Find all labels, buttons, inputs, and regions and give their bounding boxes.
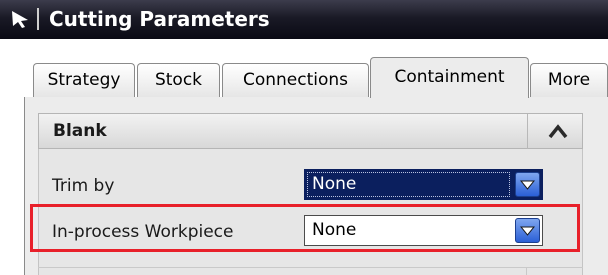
dialog-title-bar: Cutting Parameters — [0, 0, 608, 39]
title-separator — [37, 8, 39, 30]
section-title: Blank — [53, 121, 107, 141]
section-divider — [527, 114, 528, 149]
tab-more[interactable]: More — [530, 63, 608, 97]
chevron-up-icon[interactable] — [547, 122, 569, 140]
next-section-divider — [526, 267, 527, 275]
trim-by-dropdown-button[interactable] — [515, 172, 540, 197]
section-header-blank[interactable]: Blank — [38, 113, 583, 149]
tab-strategy[interactable]: Strategy — [33, 63, 135, 97]
chevron-down-icon — [520, 180, 535, 190]
focus-outline — [307, 172, 510, 197]
dialog-title: Cutting Parameters — [49, 7, 270, 31]
arrow-cursor-icon — [12, 11, 28, 28]
next-section-edge — [38, 267, 583, 268]
tab-stock[interactable]: Stock — [137, 63, 220, 97]
tab-containment[interactable]: Containment — [370, 57, 529, 98]
trim-by-select[interactable]: None — [304, 169, 543, 200]
trim-by-label: Trim by — [52, 176, 115, 196]
tab-connections[interactable]: Connections — [222, 63, 369, 97]
highlight-annotation-box — [30, 204, 580, 252]
